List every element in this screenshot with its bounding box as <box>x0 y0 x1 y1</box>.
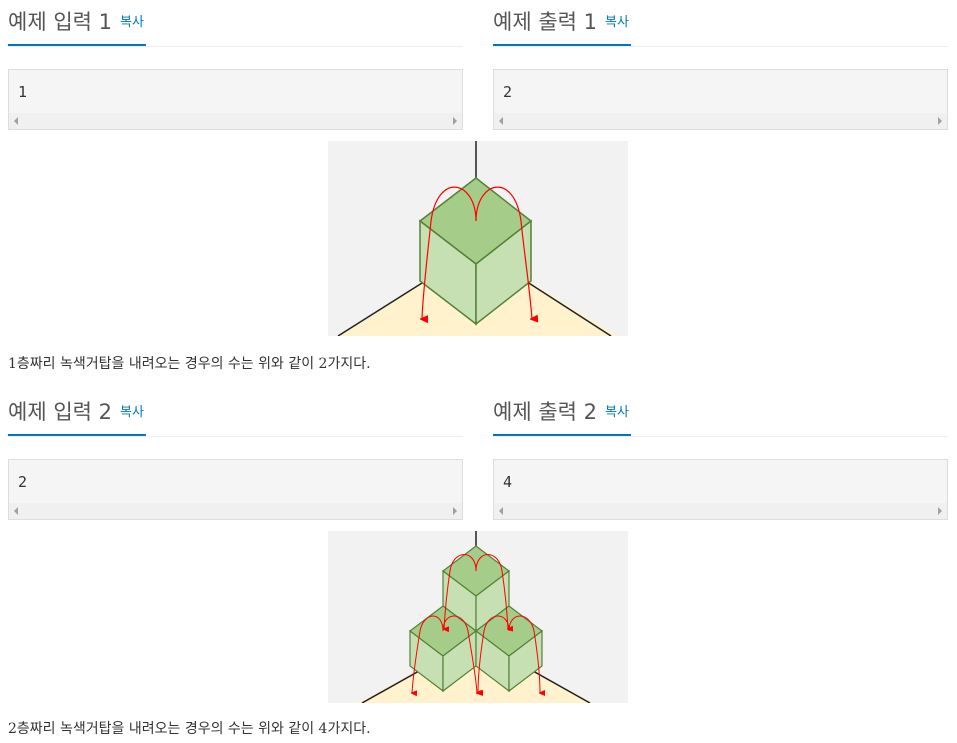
sample-output-header-2: 예제 출력 2 복사 <box>493 390 948 437</box>
copy-output-button-1[interactable]: 복사 <box>605 15 629 31</box>
figure-caption-2: 2층짜리 녹색거탑을 내려오는 경우의 수는 위와 같이 4가지다. <box>8 721 371 737</box>
sample-output-title-1: 예제 출력 1 <box>493 10 597 34</box>
tower-figure-1 <box>328 141 628 337</box>
scroll-left-icon[interactable] <box>14 507 18 515</box>
sample-input-box-1[interactable]: 1 <box>8 69 463 130</box>
figure-caption-1: 1층짜리 녹색거탑을 내려오는 경우의 수는 위와 같이 2가지다. <box>8 356 371 372</box>
sample-input-header-2: 예제 입력 2 복사 <box>8 390 463 437</box>
sample-output-box-1[interactable]: 2 <box>493 69 948 130</box>
scroll-right-icon[interactable] <box>938 117 942 125</box>
sample-input-box-2[interactable]: 2 <box>8 459 463 520</box>
horizontal-scrollbar[interactable] <box>494 113 947 129</box>
sample-output-panel-2: 예제 출력 2 복사 4 <box>493 390 948 520</box>
sample-input-value-2: 2 <box>18 473 28 491</box>
horizontal-scrollbar[interactable] <box>9 503 462 519</box>
scroll-right-icon[interactable] <box>453 117 457 125</box>
sample-output-value-2: 4 <box>503 473 513 491</box>
scroll-right-icon[interactable] <box>453 507 457 515</box>
sample-output-box-2[interactable]: 4 <box>493 459 948 520</box>
horizontal-scrollbar[interactable] <box>494 503 947 519</box>
scroll-left-icon[interactable] <box>499 507 503 515</box>
copy-input-button-2[interactable]: 복사 <box>120 405 144 421</box>
tower-illustration-2 <box>358 531 593 704</box>
copy-output-button-2[interactable]: 복사 <box>605 405 629 421</box>
scroll-left-icon[interactable] <box>14 117 18 125</box>
sample-output-title-2: 예제 출력 2 <box>493 400 597 424</box>
scroll-left-icon[interactable] <box>499 117 503 125</box>
sample-output-panel-1: 예제 출력 1 복사 2 <box>493 0 948 130</box>
sample-input-title-1: 예제 입력 1 <box>8 10 112 34</box>
copy-input-button-1[interactable]: 복사 <box>120 15 144 31</box>
sample-input-value-1: 1 <box>18 83 28 101</box>
sample-input-panel-1: 예제 입력 1 복사 1 <box>8 0 463 130</box>
sample-output-header-1: 예제 출력 1 복사 <box>493 0 948 47</box>
tower-figure-2 <box>328 531 628 704</box>
horizontal-scrollbar[interactable] <box>9 113 462 129</box>
sample-output-value-1: 2 <box>503 83 513 101</box>
sample-input-panel-2: 예제 입력 2 복사 2 <box>8 390 463 520</box>
scroll-right-icon[interactable] <box>938 507 942 515</box>
sample-input-title-2: 예제 입력 2 <box>8 400 112 424</box>
sample-input-header-1: 예제 입력 1 복사 <box>8 0 463 47</box>
tower-illustration-1 <box>337 141 618 337</box>
